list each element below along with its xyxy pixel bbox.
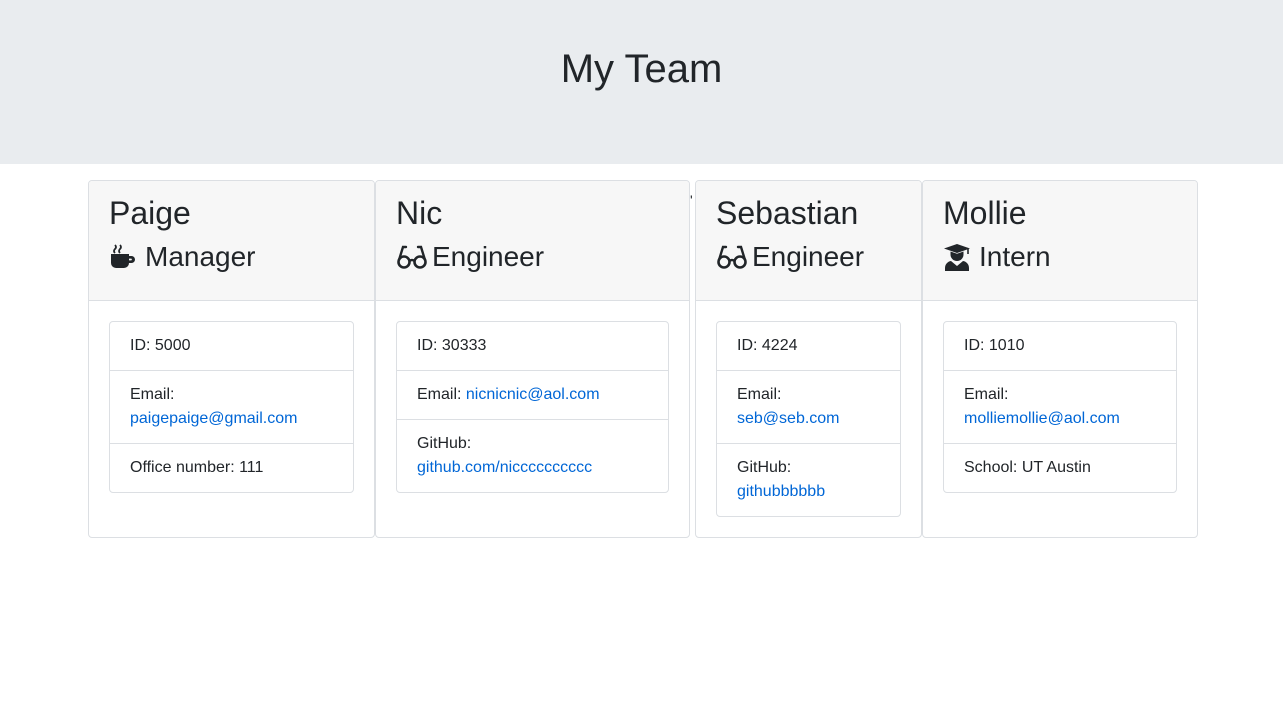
card-body: ID: 4224 Email: seb@seb.com GitHub: gith…	[696, 301, 921, 537]
employee-name: Nic	[396, 195, 443, 231]
role-label: Manager	[145, 241, 256, 272]
info-list: ID: 30333 Email: nicnicnic@aol.com GitHu…	[396, 321, 669, 493]
github-link[interactable]: github.com/nicccccccccc	[417, 459, 592, 476]
card-body: ID: 5000 Email: paigepaige@gmail.com Off…	[89, 301, 374, 513]
email-label: Email:	[130, 386, 175, 403]
school-item: School: UT Austin	[944, 443, 1176, 492]
email-item: Email: paigepaige@gmail.com	[110, 370, 353, 443]
coffee-icon	[109, 243, 137, 271]
page-title: My Team	[560, 47, 723, 91]
card-header: Sebastian Engineer	[696, 181, 921, 301]
office-number-item: Office number: 111	[110, 443, 353, 492]
employee-name: Paige	[109, 195, 191, 231]
github-label: GitHub:	[417, 435, 472, 452]
employee-card-paige: Paige Manager ID: 5000 Email: paigepaige…	[88, 180, 375, 538]
employee-name: Mollie	[943, 195, 1027, 231]
glasses-icon	[716, 243, 747, 271]
email-label: Email:	[964, 386, 1009, 403]
card-header: Nic Engineer	[376, 181, 689, 301]
card-body: ID: 1010 Email: molliemollie@aol.com Sch…	[923, 301, 1197, 513]
employee-card-sebastian: Sebastian Engineer ID: 4224 Email: seb@s…	[695, 180, 922, 538]
email-item: Email: seb@seb.com	[717, 370, 900, 443]
card-header: Mollie Intern	[923, 181, 1197, 301]
card-header: Paige Manager	[89, 181, 374, 301]
employee-role: Engineer	[716, 239, 901, 275]
id-item: ID: 1010	[964, 337, 1025, 354]
email-link[interactable]: nicnicnic@aol.com	[466, 386, 600, 403]
glasses-icon	[396, 243, 427, 271]
employee-card-mollie: Mollie Intern ID: 1010 Email: molliemoll…	[922, 180, 1198, 538]
id-item: ID: 5000	[130, 337, 191, 354]
employee-card-nic: Nic Engineer ID: 30333 Email: nicnicnic@…	[375, 180, 690, 538]
role-label: Intern	[979, 241, 1051, 272]
role-label: Engineer	[432, 241, 545, 272]
github-label: GitHub:	[737, 459, 792, 476]
employee-role: Manager	[109, 239, 354, 275]
employee-role: Intern	[943, 239, 1177, 275]
email-link[interactable]: molliemollie@aol.com	[964, 410, 1120, 427]
github-link[interactable]: githubbbbbb	[737, 483, 825, 500]
email-item: Email: molliemollie@aol.com	[944, 370, 1176, 443]
email-label: Email:	[417, 386, 462, 403]
card-body: ID: 30333 Email: nicnicnic@aol.com GitHu…	[376, 301, 689, 513]
employee-name: Sebastian	[716, 195, 859, 231]
stray-mark: '	[690, 192, 693, 208]
info-list: ID: 1010 Email: molliemollie@aol.com Sch…	[943, 321, 1177, 493]
github-item: GitHub: githubbbbbb	[717, 443, 900, 516]
graduate-icon	[943, 243, 971, 271]
info-list: ID: 4224 Email: seb@seb.com GitHub: gith…	[716, 321, 901, 517]
email-item: Email: nicnicnic@aol.com	[397, 370, 668, 419]
github-item: GitHub: github.com/nicccccccccc	[397, 419, 668, 492]
page-header: My Team	[0, 0, 1283, 164]
email-label: Email:	[737, 386, 782, 403]
info-list: ID: 5000 Email: paigepaige@gmail.com Off…	[109, 321, 354, 493]
id-item: ID: 30333	[417, 337, 487, 354]
role-label: Engineer	[752, 241, 865, 272]
id-item: ID: 4224	[737, 337, 798, 354]
employee-role: Engineer	[396, 239, 669, 275]
email-link[interactable]: paigepaige@gmail.com	[130, 410, 297, 427]
email-link[interactable]: seb@seb.com	[737, 410, 840, 427]
